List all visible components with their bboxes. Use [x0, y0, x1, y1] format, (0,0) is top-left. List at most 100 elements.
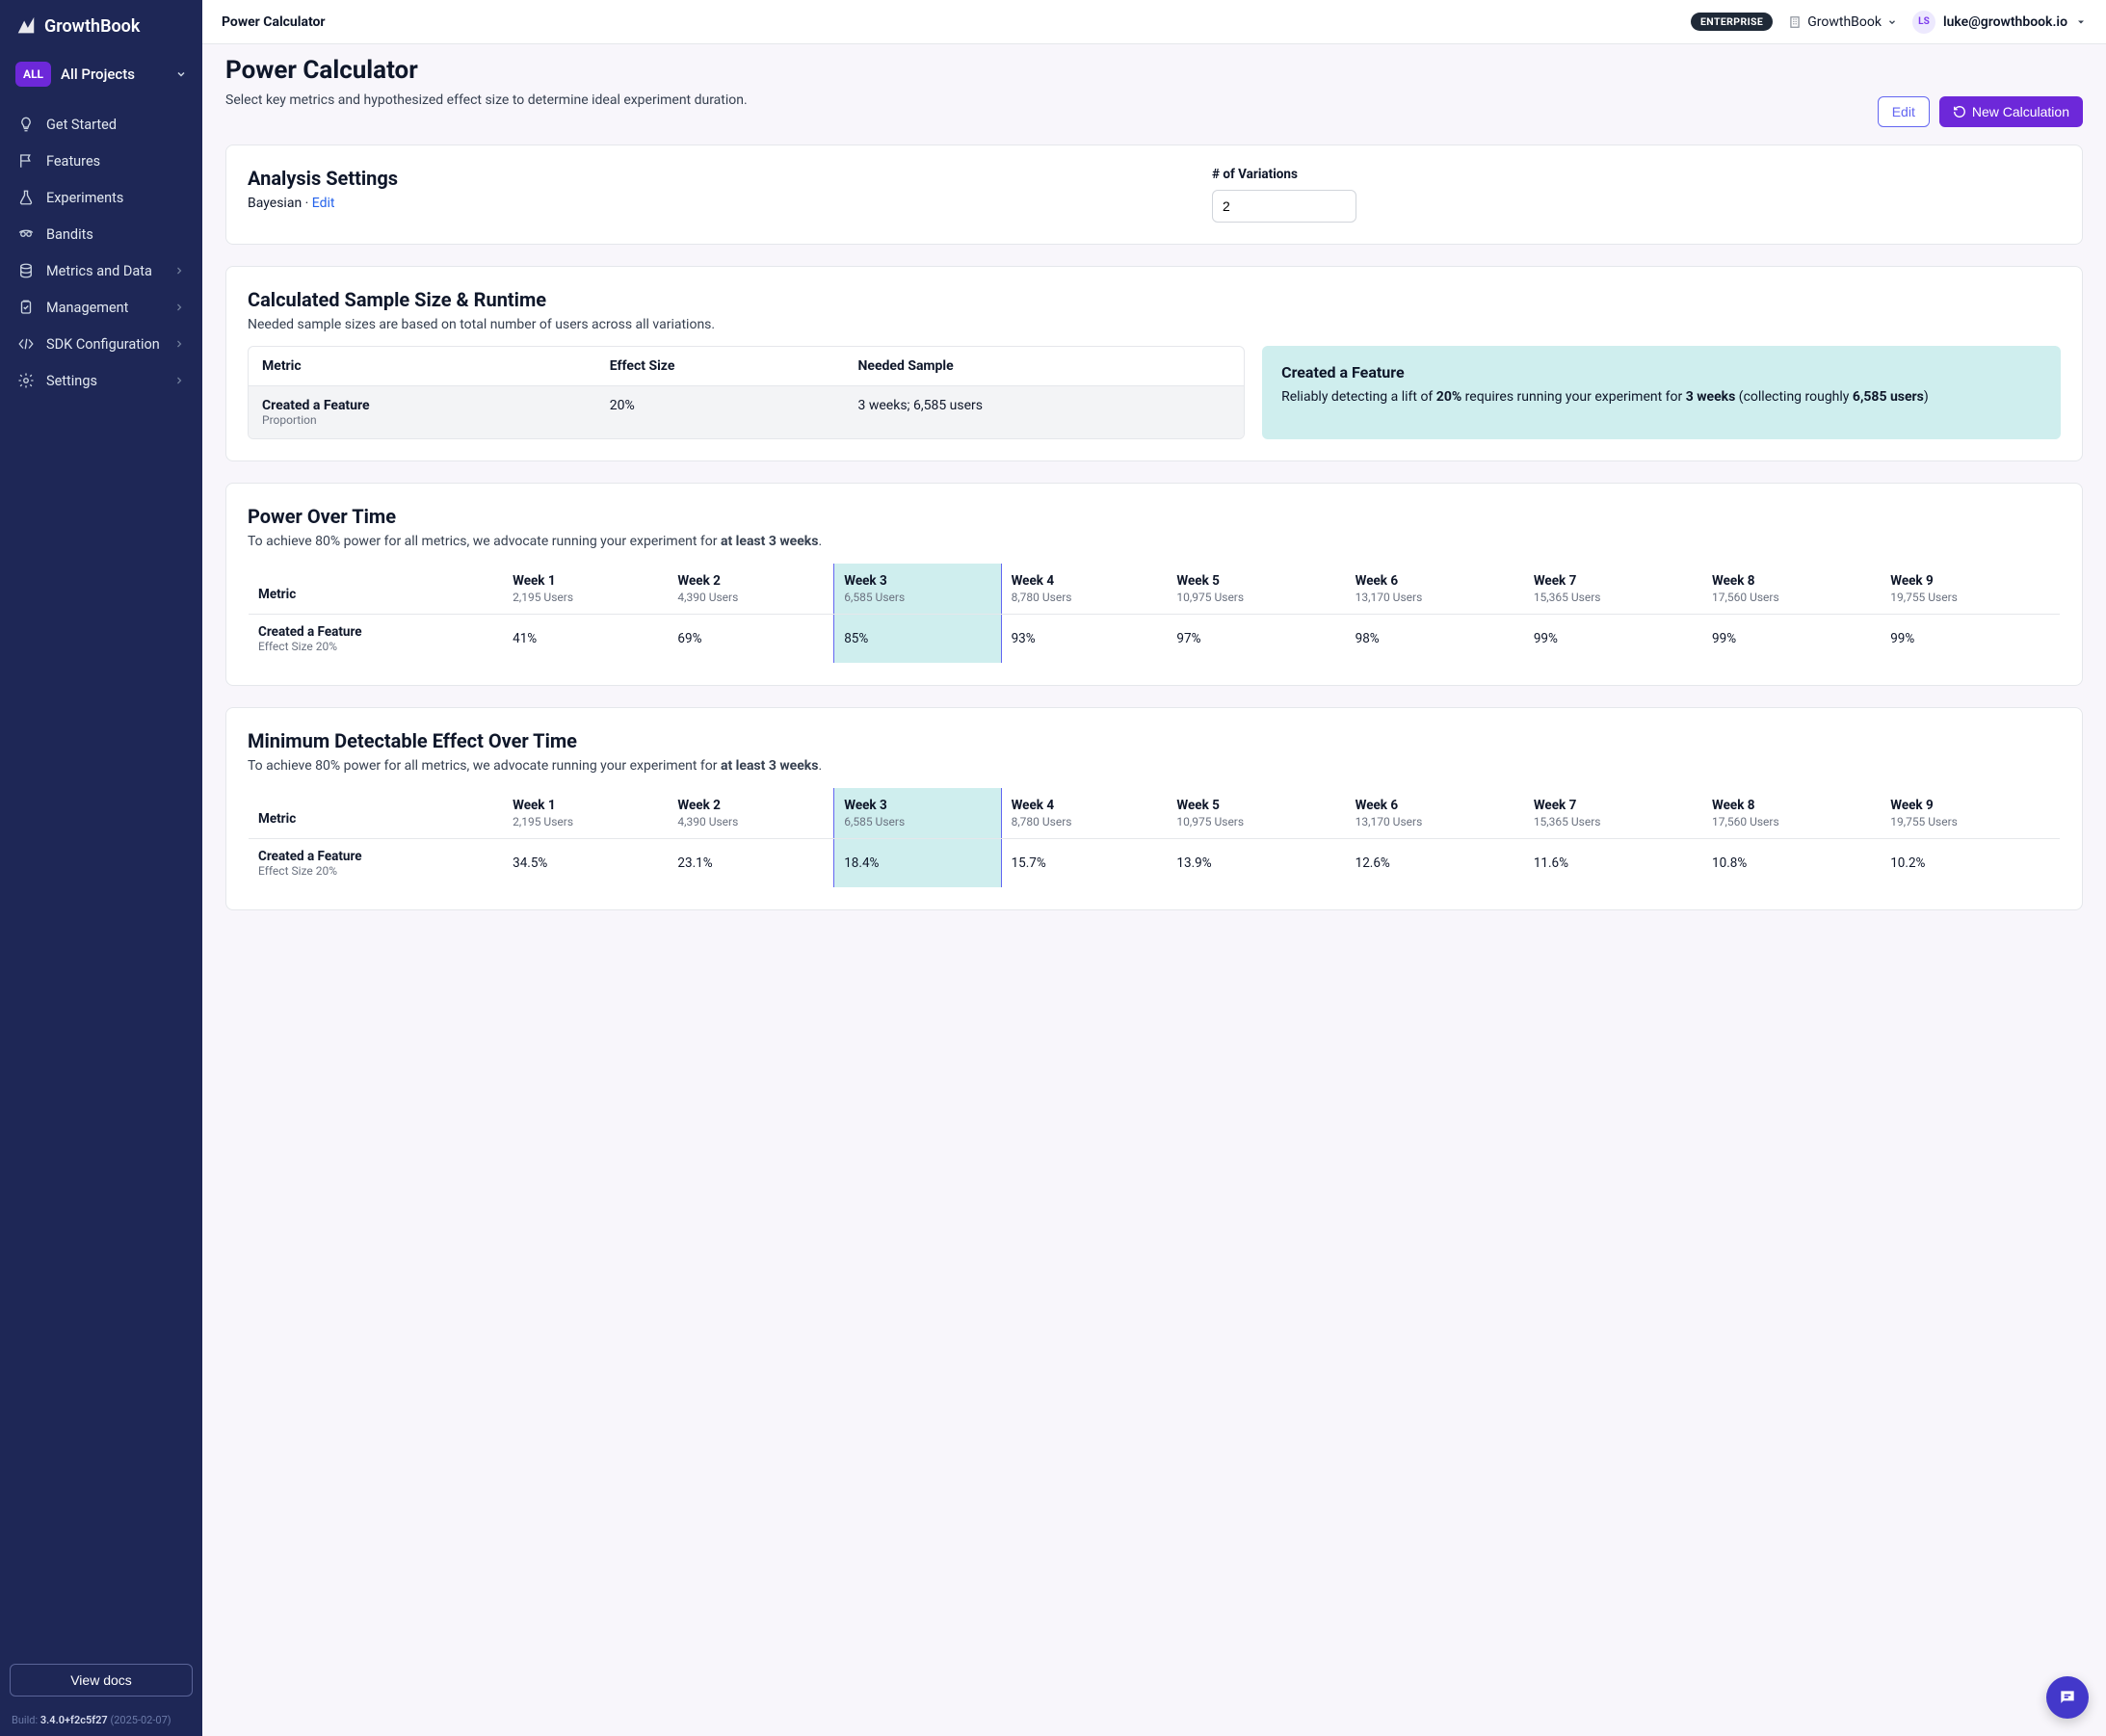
- view-docs-button[interactable]: View docs: [10, 1664, 193, 1697]
- user-email: luke@growthbook.io: [1943, 14, 2067, 30]
- build-info: Build: 3.4.0+f2c5f27 (2025-02-07): [0, 1708, 202, 1736]
- chat-fab[interactable]: [2046, 1676, 2089, 1719]
- power-heading: Power Over Time: [248, 505, 2061, 528]
- sidebar: GrowthBook ALL All Projects Get Started F…: [0, 0, 202, 1736]
- sidebar-item-label: Experiments: [46, 190, 123, 206]
- row-metric-sub: Proportion: [262, 413, 610, 427]
- sidebar-item-label: Features: [46, 153, 100, 170]
- cell-value: 15.7%: [1001, 839, 1167, 888]
- cell-value: 41%: [503, 615, 668, 664]
- sidebar-item-settings[interactable]: Settings: [8, 362, 195, 399]
- col-week: Week 613,170 Users: [1346, 788, 1524, 839]
- org-switcher[interactable]: GrowthBook: [1788, 14, 1897, 30]
- logo-icon: [15, 15, 37, 37]
- col-week: Week 817,560 Users: [1702, 564, 1881, 615]
- cell-value: 99%: [1881, 615, 2060, 664]
- variations-label: # of Variations: [1212, 167, 1356, 182]
- row-metric: Created a FeatureEffect Size 20%: [249, 839, 504, 888]
- cell-value: 69%: [668, 615, 833, 664]
- chevron-down-icon: [175, 68, 187, 80]
- cell-value: 99%: [1524, 615, 1702, 664]
- sidebar-item-bandits[interactable]: Bandits: [8, 216, 195, 252]
- brand-name: GrowthBook: [44, 16, 140, 37]
- chevron-right-icon: [173, 265, 185, 276]
- analysis-heading: Analysis Settings: [248, 167, 1154, 190]
- col-week: Week 24,390 Users: [668, 564, 833, 615]
- col-metric: Metric: [249, 564, 504, 615]
- sample-sub: Needed sample sizes are based on total n…: [248, 317, 2061, 332]
- cell-value: 97%: [1167, 615, 1345, 664]
- cell-value: 12.6%: [1346, 839, 1524, 888]
- mde-heading: Minimum Detectable Effect Over Time: [248, 729, 2061, 752]
- avatar: LS: [1912, 11, 1935, 34]
- new-calculation-button[interactable]: New Calculation: [1939, 96, 2083, 127]
- row-metric: Created a Feature: [262, 398, 370, 413]
- database-icon: [17, 262, 35, 279]
- mde-table: MetricWeek 12,195 UsersWeek 24,390 Users…: [248, 787, 2061, 888]
- col-week: Week 613,170 Users: [1346, 564, 1524, 615]
- project-switcher[interactable]: ALL All Projects: [0, 54, 202, 102]
- code-icon: [17, 335, 35, 353]
- col-metric: Metric: [262, 358, 610, 374]
- topbar: Power Calculator ENTERPRISE GrowthBook L…: [202, 0, 2106, 44]
- cell-value: 93%: [1001, 615, 1167, 664]
- sidebar-item-label: SDK Configuration: [46, 336, 160, 353]
- variations-input[interactable]: [1212, 190, 1356, 223]
- org-name: GrowthBook: [1807, 14, 1882, 30]
- sidebar-item-label: Bandits: [46, 226, 93, 243]
- sidebar-item-label: Settings: [46, 373, 97, 389]
- sidebar-item-label: Get Started: [46, 117, 117, 133]
- col-week: Week 12,195 Users: [503, 788, 668, 839]
- mde-card: Minimum Detectable Effect Over Time To a…: [225, 707, 2083, 910]
- chevron-down-icon: [2075, 16, 2087, 28]
- table-row: Created a Feature Proportion 20% 3 weeks…: [249, 386, 1244, 438]
- sidebar-item-sdk-configuration[interactable]: SDK Configuration: [8, 326, 195, 362]
- col-week: Week 919,755 Users: [1881, 564, 2060, 615]
- chevron-right-icon: [173, 375, 185, 386]
- analysis-edit-link[interactable]: Edit: [312, 196, 335, 211]
- sidebar-item-metrics-and-data[interactable]: Metrics and Data: [8, 252, 195, 289]
- col-week: Week 510,975 Users: [1167, 564, 1345, 615]
- clipboard-icon: [17, 299, 35, 316]
- chat-icon: [2058, 1688, 2077, 1707]
- nav: Get Started Features Experiments Bandits Met…: [0, 102, 202, 1652]
- sidebar-item-label: Management: [46, 300, 128, 316]
- col-week: Week 510,975 Users: [1167, 788, 1345, 839]
- chevron-right-icon: [173, 338, 185, 350]
- cell-value: 10.8%: [1702, 839, 1881, 888]
- sample-heading: Calculated Sample Size & Runtime: [248, 288, 2061, 311]
- col-week: Week 48,780 Users: [1001, 564, 1167, 615]
- cell-value: 85%: [834, 615, 1001, 664]
- cell-value: 99%: [1702, 615, 1881, 664]
- gear-icon: [17, 372, 35, 389]
- cell-value: 98%: [1346, 615, 1524, 664]
- analysis-engine: Bayesian: [248, 196, 302, 211]
- bandit-icon: [17, 225, 35, 243]
- sidebar-item-experiments[interactable]: Experiments: [8, 179, 195, 216]
- row-metric: Created a FeatureEffect Size 20%: [249, 615, 504, 664]
- col-week: Week 817,560 Users: [1702, 788, 1881, 839]
- cell-value: 23.1%: [668, 839, 833, 888]
- project-badge: ALL: [15, 62, 51, 87]
- cell-value: 10.2%: [1881, 839, 2060, 888]
- col-week: Week 715,365 Users: [1524, 788, 1702, 839]
- sidebar-item-get-started[interactable]: Get Started: [8, 106, 195, 143]
- callout-title: Created a Feature: [1281, 363, 2041, 381]
- cell-value: 11.6%: [1524, 839, 1702, 888]
- building-icon: [1788, 15, 1802, 29]
- bulb-icon: [17, 116, 35, 133]
- row-needed: 3 weeks; 6,585 users: [858, 398, 1231, 427]
- sample-callout: Created a Feature Reliably detecting a l…: [1262, 346, 2061, 439]
- col-week: Week 12,195 Users: [503, 564, 668, 615]
- analysis-settings-card: Analysis Settings Bayesian · Edit # of V…: [225, 145, 2083, 245]
- brand-logo[interactable]: GrowthBook: [0, 0, 202, 54]
- refresh-icon: [1953, 105, 1966, 118]
- flag-icon: [17, 152, 35, 170]
- sidebar-item-features[interactable]: Features: [8, 143, 195, 179]
- breadcrumb: Power Calculator: [222, 14, 326, 30]
- chevron-down-icon: [1887, 17, 1897, 27]
- user-menu[interactable]: LS luke@growthbook.io: [1912, 11, 2087, 34]
- sidebar-item-management[interactable]: Management: [8, 289, 195, 326]
- edit-button[interactable]: Edit: [1878, 96, 1930, 127]
- col-week: Week 715,365 Users: [1524, 564, 1702, 615]
